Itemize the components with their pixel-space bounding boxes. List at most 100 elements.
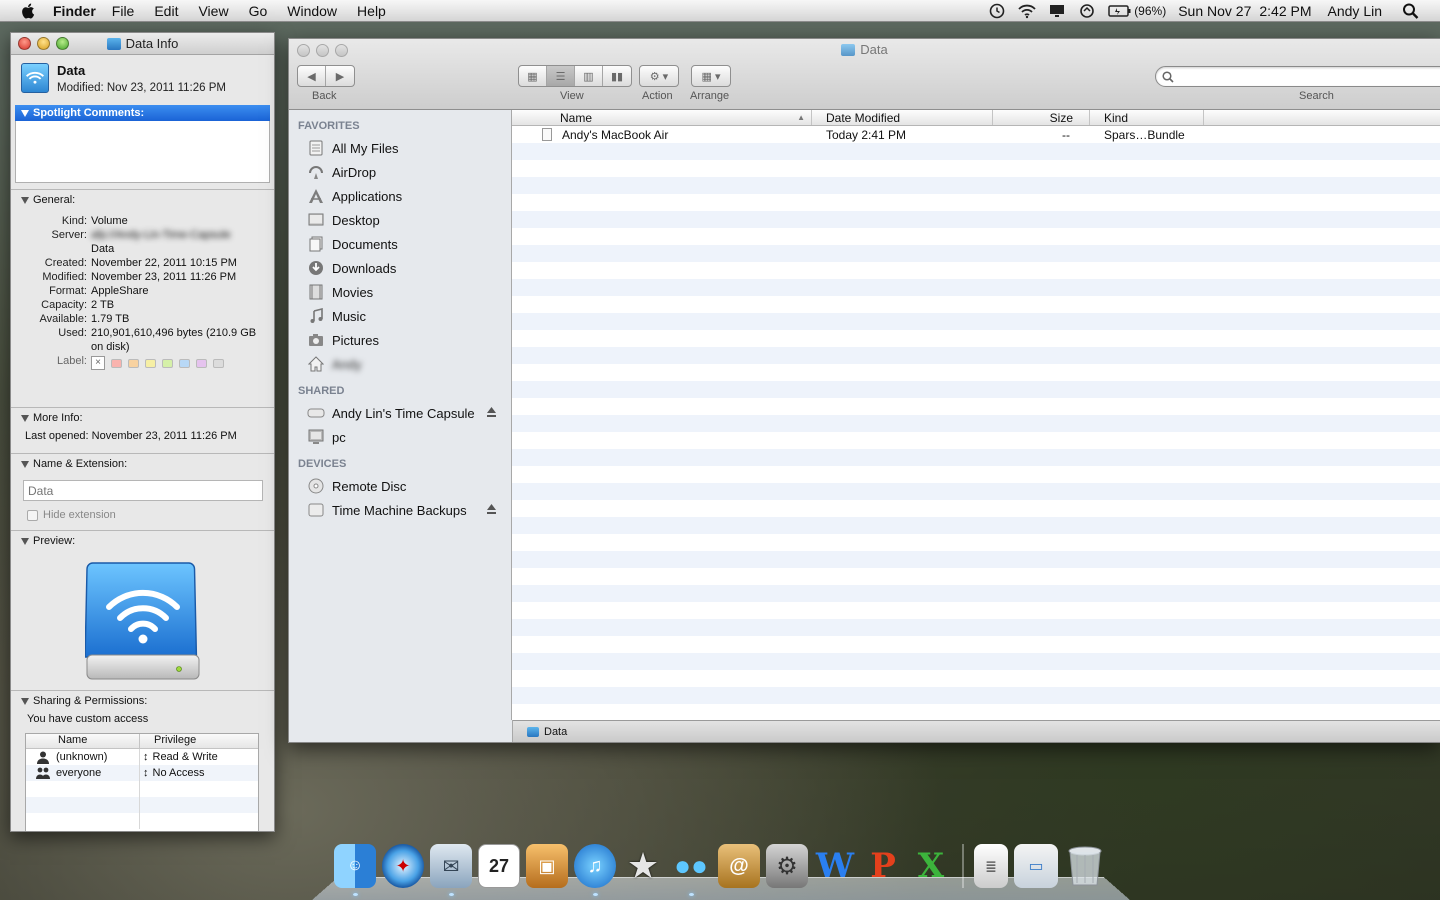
safari-dock-icon[interactable]: ✦ (382, 844, 424, 888)
icon-view-button[interactable]: ▦ (519, 66, 547, 86)
column-view-button[interactable]: ▥ (575, 66, 603, 86)
spotlight-comments-field[interactable] (15, 121, 270, 183)
label-yellow[interactable] (145, 358, 156, 368)
sharing-header[interactable]: Sharing & Permissions: (21, 695, 264, 707)
word-dock-icon[interactable]: W (814, 844, 856, 888)
menu-date[interactable]: Sun Nov 27 (1178, 3, 1251, 19)
eject-icon[interactable] (486, 406, 497, 418)
hide-extension-checkbox[interactable] (27, 509, 38, 521)
messenger-dock-icon[interactable]: ●● (670, 844, 712, 896)
path-bar-item[interactable]: Data (544, 726, 567, 738)
back-button[interactable]: ◀ (298, 66, 326, 86)
list-view-button[interactable]: ☰ (547, 66, 575, 86)
label-gray[interactable] (213, 358, 224, 368)
general-header[interactable]: General: (21, 194, 264, 206)
powerpoint-dock-icon[interactable]: P (862, 844, 904, 888)
menu-time[interactable]: 2:42 PM (1259, 3, 1311, 19)
preview-header[interactable]: Preview: (21, 535, 264, 547)
sidebar-item-all-my-files[interactable]: All My Files (289, 136, 511, 160)
sidebar-item-downloads[interactable]: Downloads (289, 256, 511, 280)
info-titlebar[interactable]: Data Info (11, 33, 274, 55)
menu-finder[interactable]: Finder (53, 3, 96, 19)
battery-icon[interactable] (1108, 3, 1132, 19)
label-none[interactable]: × (91, 356, 105, 370)
wifi-icon[interactable] (1018, 3, 1036, 19)
column-name[interactable]: Name (26, 734, 139, 748)
more-info-section: More Info: Last opened: November 23, 201… (11, 407, 274, 453)
sidebar-item-time-machine-backups[interactable]: Time Machine Backups (289, 498, 511, 522)
menu-go[interactable]: Go (249, 3, 268, 19)
table-row[interactable]: Andy's MacBook Air Today 2:41 PM -- Spar… (512, 126, 1440, 143)
disclosure-triangle-icon[interactable] (21, 537, 29, 545)
column-kind[interactable]: Kind (1090, 110, 1204, 125)
disclosure-triangle-icon[interactable] (21, 460, 29, 468)
label-red[interactable] (111, 358, 122, 368)
forward-button[interactable]: ▶ (326, 66, 354, 86)
menu-view[interactable]: View (198, 3, 228, 19)
menu-help[interactable]: Help (357, 3, 386, 19)
spotlight-icon[interactable] (1402, 3, 1420, 19)
downloads-stack-icon[interactable]: ▭ (1014, 844, 1058, 888)
label-green[interactable] (162, 358, 173, 368)
sidebar-item-desktop[interactable]: Desktop (289, 208, 511, 232)
sidebar-item-music[interactable]: Music (289, 304, 511, 328)
sidebar-item-pictures[interactable]: Pictures (289, 328, 511, 352)
coverflow-view-button[interactable]: ▮▮ (603, 66, 631, 86)
name-field[interactable] (23, 480, 263, 501)
airport-disk-icon (84, 562, 199, 680)
mail-dock-icon[interactable]: ✉ (430, 844, 472, 896)
column-privilege[interactable]: Privilege (139, 734, 258, 748)
eject-icon[interactable] (486, 503, 497, 515)
arrange-menu-button[interactable]: ▦ ▾ (691, 65, 731, 87)
finder-window: Data ◀ ▶ Back ▦ ☰ ▥ ▮▮ View ⚙ ▾ Action ▦… (288, 38, 1440, 743)
column-name[interactable]: Name ▲ (512, 110, 812, 125)
sidebar-item-movies[interactable]: Movies (289, 280, 511, 304)
name-extension-header[interactable]: Name & Extension: (21, 458, 264, 470)
disclosure-triangle-icon[interactable] (21, 196, 29, 204)
sidebar-item-time-capsule[interactable]: Andy Lin's Time Capsule (289, 401, 511, 425)
display-mirroring-icon[interactable] (1048, 3, 1066, 19)
address-book-dock-icon[interactable]: @ (718, 844, 760, 888)
label-blue[interactable] (179, 358, 190, 368)
sidebar-item-remote-disc[interactable]: Remote Disc (289, 474, 511, 498)
sidebar-item-documents[interactable]: Documents (289, 232, 511, 256)
imovie-dock-icon[interactable]: ★ (622, 844, 664, 888)
search-input[interactable] (1155, 66, 1440, 87)
more-info-header[interactable]: More Info: (21, 412, 264, 424)
table-row[interactable]: everyone ↕ No Access (26, 765, 258, 781)
label-purple[interactable] (196, 358, 207, 368)
time-machine-icon[interactable] (988, 3, 1006, 19)
menu-window[interactable]: Window (287, 3, 337, 19)
ical-dock-icon[interactable]: 27 (478, 844, 520, 888)
excel-dock-icon[interactable]: X (910, 844, 952, 888)
sharing-section: Sharing & Permissions: You have custom a… (11, 690, 274, 831)
sidebar-item-applications[interactable]: Applications (289, 184, 511, 208)
sync-icon[interactable] (1078, 3, 1096, 19)
menu-edit[interactable]: Edit (154, 3, 178, 19)
preview-image (21, 551, 264, 691)
table-row[interactable]: (unknown) ↕ Read & Write (26, 749, 258, 765)
spotlight-comments-header[interactable]: Spotlight Comments: (15, 105, 270, 121)
sidebar-item-pc[interactable]: pc (289, 425, 511, 449)
menu-user[interactable]: Andy Lin (1328, 3, 1382, 19)
documents-stack-icon[interactable]: ≣ (974, 844, 1008, 888)
stepper-icon[interactable]: ↕ (143, 751, 149, 763)
trash-dock-icon[interactable] (1064, 844, 1106, 888)
apple-menu-icon[interactable] (19, 2, 37, 20)
sidebar-item-home[interactable]: Andy (289, 352, 511, 376)
disclosure-triangle-icon[interactable] (21, 414, 29, 422)
grid-icon: ▦ (527, 70, 538, 83)
sidebar-item-airdrop[interactable]: AirDrop (289, 160, 511, 184)
system-preferences-dock-icon[interactable]: ⚙ (766, 844, 808, 888)
label-orange[interactable] (128, 358, 139, 368)
finder-dock-icon[interactable]: ☺ (334, 844, 376, 896)
column-size[interactable]: Size (993, 110, 1090, 125)
column-date-modified[interactable]: Date Modified (812, 110, 993, 125)
stepper-icon[interactable]: ↕ (143, 767, 149, 779)
menu-file[interactable]: File (112, 3, 135, 19)
action-menu-button[interactable]: ⚙ ▾ (639, 65, 679, 87)
iphoto-dock-icon[interactable]: ▣ (526, 844, 568, 888)
itunes-dock-icon[interactable]: ♫ (574, 844, 616, 896)
sparse-bundle-icon (542, 128, 552, 141)
disclosure-triangle-icon[interactable] (21, 697, 29, 705)
